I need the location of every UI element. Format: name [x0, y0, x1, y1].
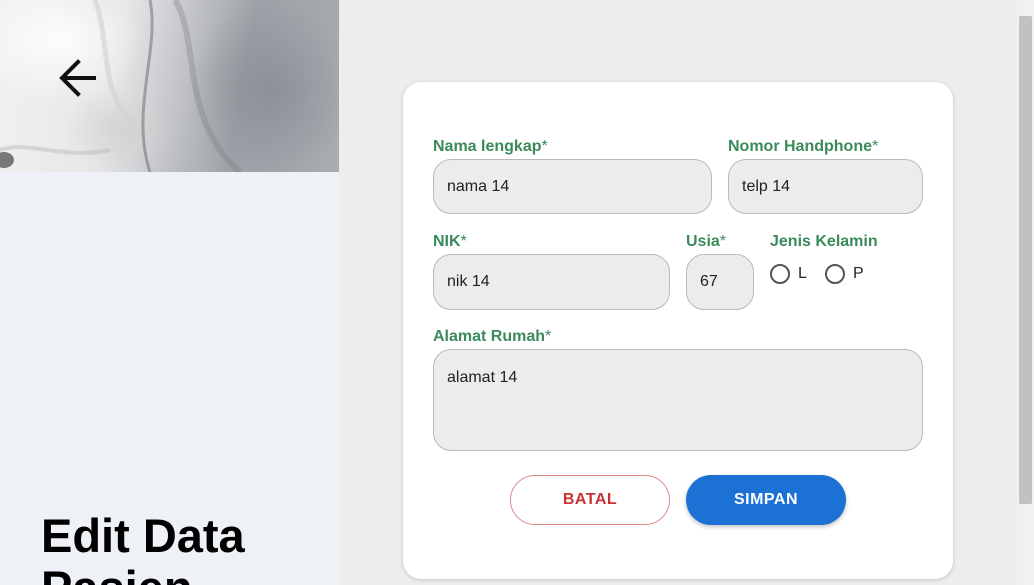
cancel-button[interactable]: BATAL	[510, 475, 670, 525]
nama-label-text: Nama lengkap	[433, 138, 542, 155]
edit-form-card: Nama lengkap* Nomor Handphone* NIK* Usia…	[403, 82, 953, 579]
nik-label: NIK*	[433, 233, 467, 251]
usia-required-mark: *	[719, 233, 727, 250]
jenis-kelamin-label: Jenis Kelamin	[770, 233, 878, 250]
radio-p-label: P	[853, 265, 864, 282]
scrollbar-thumb[interactable]	[1019, 16, 1032, 504]
gender-radio-l[interactable]: L	[770, 264, 807, 284]
page-title: Edit Data Pasien	[41, 509, 245, 585]
nama-input[interactable]	[433, 159, 712, 214]
telepon-label: Nomor Handphone*	[728, 138, 878, 156]
left-panel: Edit Data Pasien	[0, 0, 339, 585]
usia-label-text: Usia	[686, 233, 720, 250]
fabric-folds-illustration	[0, 0, 242, 172]
alamat-label-text: Alamat Rumah	[433, 328, 546, 345]
arrow-left-icon	[59, 59, 96, 97]
telepon-input[interactable]	[728, 159, 923, 214]
save-button[interactable]: SIMPAN	[686, 475, 846, 525]
radio-l-circle[interactable]	[770, 264, 790, 284]
nik-label-text: NIK	[433, 233, 461, 250]
hero-photo	[0, 0, 339, 172]
back-button[interactable]	[52, 55, 104, 101]
alamat-label: Alamat Rumah*	[433, 328, 551, 346]
radio-l-label: L	[798, 265, 807, 282]
nik-input[interactable]	[433, 254, 670, 310]
telepon-label-text: Nomor Handphone	[728, 138, 872, 155]
usia-input[interactable]	[686, 254, 754, 310]
nik-required-mark: *	[460, 233, 467, 250]
nama-label: Nama lengkap*	[433, 138, 548, 156]
telepon-required-mark: *	[872, 138, 879, 155]
usia-label: Usia*	[686, 233, 726, 251]
gender-radio-p[interactable]: P	[825, 264, 864, 284]
radio-p-circle[interactable]	[825, 264, 845, 284]
alamat-textarea[interactable]: alamat 14	[433, 349, 923, 451]
alamat-required-mark: *	[545, 328, 552, 345]
nama-required-mark: *	[541, 138, 548, 155]
